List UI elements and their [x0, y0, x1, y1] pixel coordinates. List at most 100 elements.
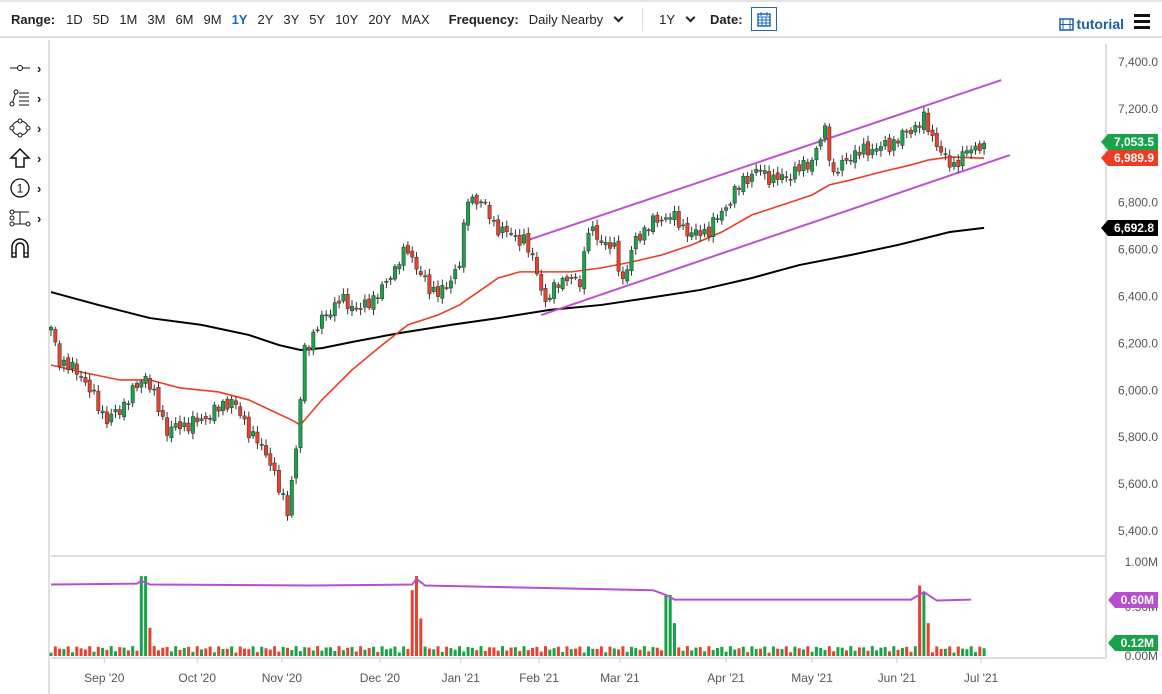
volume-bar: [948, 646, 952, 656]
volume-bar: [58, 648, 62, 656]
candle-up: [728, 203, 733, 206]
volume-bar: [759, 648, 762, 656]
volume-bar: [518, 651, 522, 656]
volume-bar: [943, 648, 947, 656]
candle-down: [264, 445, 268, 456]
volume-bar: [716, 647, 719, 656]
volume-bar: [152, 646, 156, 656]
candle-up: [732, 186, 737, 204]
volume-bar: [741, 646, 745, 656]
volume-bar: [453, 649, 457, 656]
volume-bar: [789, 652, 793, 656]
volume-bar: [621, 646, 625, 656]
candle-up: [448, 280, 453, 289]
y-tick-label: 6,800.0: [1118, 196, 1158, 210]
volume-bar: [436, 646, 440, 656]
candle-down: [272, 462, 277, 471]
volume-bar: [62, 649, 66, 656]
candle-up: [328, 314, 333, 318]
volume-bar: [389, 648, 393, 656]
candle-up: [324, 314, 329, 317]
candle-down: [896, 140, 901, 144]
candle-up: [642, 227, 647, 241]
candle-up: [762, 170, 767, 174]
volume-bar: [819, 647, 823, 656]
volume-bar: [268, 649, 272, 656]
candle-up: [818, 139, 823, 147]
candle-up: [663, 217, 668, 220]
volume-bar: [234, 652, 238, 656]
candle-up: [440, 285, 445, 299]
volume-bar: [630, 646, 633, 656]
candle-down: [483, 201, 488, 204]
volume-bar: [221, 648, 225, 656]
candle-down: [487, 205, 492, 220]
y-tick-label: 6,000.0: [1118, 383, 1158, 397]
candle-up: [431, 286, 436, 292]
candle-up: [552, 282, 557, 299]
candle-down: [345, 294, 350, 309]
last-price-tag: 7,053.5: [1100, 134, 1158, 150]
price-chart[interactable]: 7,400.07,200.07,000.06,800.06,600.06,400…: [0, 0, 1162, 694]
candle-up: [388, 277, 393, 280]
candle-up: [823, 125, 827, 139]
candle-down: [242, 415, 247, 420]
candle-up: [453, 269, 458, 279]
candle-up: [221, 401, 225, 411]
candle-up: [423, 275, 428, 277]
volume-bar: [255, 652, 259, 656]
candle-up: [470, 196, 475, 203]
volume-bar: [591, 648, 595, 656]
volume-bar: [737, 648, 741, 656]
candle-down: [887, 137, 892, 152]
volume-bar: [767, 652, 771, 656]
volume-bar: [165, 647, 169, 656]
candle-down: [534, 257, 539, 275]
candle-down: [53, 329, 58, 343]
candle-down: [496, 219, 501, 236]
candle-up: [294, 448, 299, 479]
volume-bar: [526, 650, 530, 656]
candle-down: [577, 279, 582, 288]
candle-down: [616, 240, 621, 272]
volume-bar: [264, 648, 268, 656]
volume-bar: [53, 646, 57, 656]
candle-down: [233, 400, 238, 405]
candle-down: [83, 377, 88, 383]
candle-up: [302, 344, 307, 402]
candle-up: [749, 173, 754, 182]
candle-up: [547, 297, 552, 300]
volume-bar: [634, 648, 638, 656]
candle-down: [79, 376, 84, 378]
volume-bar: [341, 650, 345, 656]
volume-bar: [552, 648, 556, 656]
candle-down: [104, 411, 109, 425]
candle-up: [973, 145, 978, 151]
volume-bar: [647, 651, 651, 656]
candle-down: [947, 155, 952, 168]
candle-down: [418, 271, 423, 275]
candle-up: [883, 140, 888, 147]
candle-up: [500, 226, 505, 234]
volume-bar: [956, 646, 960, 656]
candle-down: [74, 363, 79, 375]
candle-up: [100, 410, 105, 414]
volume-bar: [982, 648, 986, 656]
volume-bar: [836, 647, 840, 656]
x-tick-label: Jan '21: [442, 671, 481, 685]
candle-down: [788, 178, 793, 181]
volume-bar: [505, 650, 509, 656]
volume-bar: [225, 648, 229, 656]
volume-bar: [604, 652, 608, 656]
volume-bar: [320, 650, 324, 656]
candle-down: [414, 256, 419, 270]
x-tick-label: Mar '21: [600, 671, 640, 685]
candle-up: [814, 148, 819, 161]
ma50-tag: 6,989.9: [1100, 150, 1158, 166]
volume-bar: [754, 649, 758, 656]
candle-up: [651, 215, 655, 232]
volume-bar: [909, 651, 913, 656]
candle-up: [298, 399, 303, 449]
volume-bar: [763, 646, 767, 656]
volume-bar: [195, 646, 199, 656]
